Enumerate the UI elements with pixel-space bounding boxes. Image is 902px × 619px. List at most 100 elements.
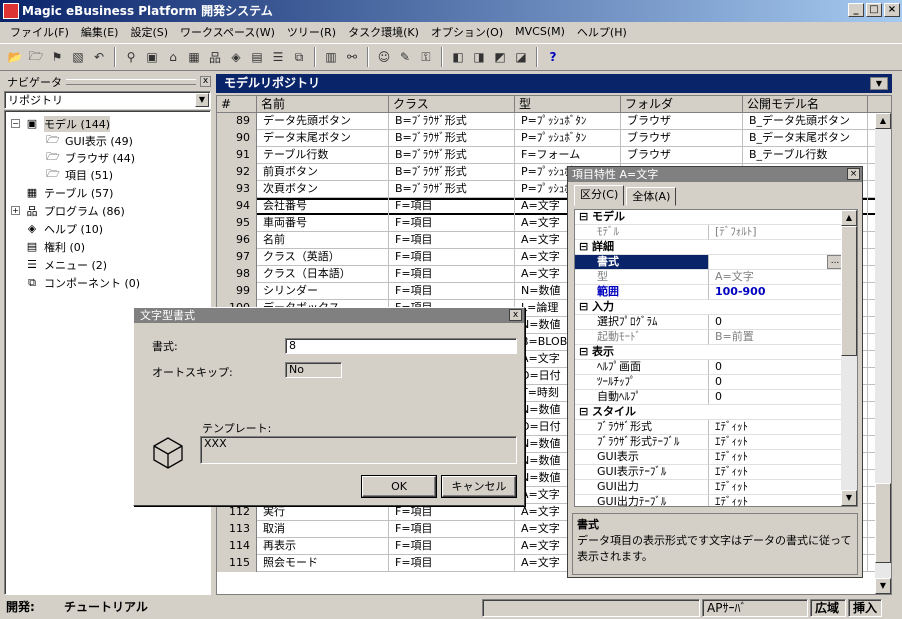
maximize-button[interactable]: □	[866, 3, 882, 17]
property-row[interactable]: 範囲 100-900	[575, 285, 843, 300]
minimize-button[interactable]: _	[848, 3, 864, 17]
undo-icon[interactable]: ↶	[90, 48, 108, 66]
expand-icon[interactable]: +	[11, 206, 20, 215]
find-icon[interactable]: ⚲	[122, 48, 140, 66]
checkout-icon[interactable]: ◨	[470, 48, 488, 66]
property-section[interactable]: ⊟ モデル	[575, 210, 843, 225]
run-icon[interactable]: ⚑	[48, 48, 66, 66]
property-row[interactable]: ﾓﾃﾞﾙ [ﾃﾞﾌｫﾙﾄ]	[575, 225, 843, 240]
history-icon[interactable]: ◪	[512, 48, 530, 66]
tree-item-table[interactable]: ▦ テーブル (57)	[24, 184, 114, 201]
menu-help[interactable]: ヘルプ(H)	[571, 24, 633, 40]
property-value[interactable]: A=文字	[709, 270, 843, 285]
autoskip-field[interactable]: No	[285, 362, 342, 378]
property-section[interactable]: ⊟ 入力	[575, 300, 843, 315]
menu-tree[interactable]: ツリー(R)	[281, 24, 342, 40]
property-value[interactable]: 0	[709, 315, 843, 330]
property-value[interactable]: 100-900	[709, 285, 843, 300]
scroll-thumb[interactable]	[841, 226, 857, 356]
property-value[interactable]: ｴﾃﾞｨｯﾄ	[709, 435, 843, 450]
compare-icon[interactable]: ◩	[491, 48, 509, 66]
property-row[interactable]: 型 A=文字	[575, 270, 843, 285]
navigator-close-button[interactable]: x	[200, 76, 211, 87]
property-row[interactable]: ﾌﾞﾗｳｻﾞ形式 ｴﾃﾞｨｯﾄ	[575, 420, 843, 435]
property-row[interactable]: ﾌﾞﾗｳｻﾞ形式ﾃｰﾌﾞﾙ ｴﾃﾞｨｯﾄ	[575, 435, 843, 450]
scroll-thumb[interactable]	[875, 483, 891, 563]
property-row[interactable]: 書式...	[575, 255, 843, 270]
property-value[interactable]: 0	[709, 390, 843, 405]
close-icon[interactable]: x	[509, 309, 522, 321]
collapse-icon[interactable]: −	[11, 119, 20, 128]
cancel-button[interactable]: キャンセル	[442, 476, 516, 497]
property-row[interactable]: 自動ﾍﾙﾌﾟ 0	[575, 390, 843, 405]
tree-item-rights[interactable]: ▤ 権利 (0)	[24, 238, 85, 255]
menu-file[interactable]: ファイル(F)	[4, 24, 75, 40]
help-icon[interactable]: ?	[544, 48, 562, 66]
tree-item-gui[interactable]: 🗁 GUI表示 (49)	[45, 132, 133, 149]
component-icon[interactable]: ⧉	[290, 48, 308, 66]
program-icon[interactable]: 品	[206, 48, 224, 66]
properties-icon[interactable]: ▧	[69, 48, 87, 66]
column-header-public-name[interactable]: 公開モデル名	[743, 96, 868, 113]
property-section[interactable]: ⊟ 詳細	[575, 240, 843, 255]
menu-workspace[interactable]: ワークスペース(W)	[174, 24, 281, 40]
repository-icon[interactable]: ⌂	[164, 48, 182, 66]
edit-icon[interactable]: ✎	[396, 48, 414, 66]
chevron-down-icon[interactable]: ▼	[195, 93, 209, 107]
property-value[interactable]: ｴﾃﾞｨｯﾄ	[709, 480, 843, 495]
property-value[interactable]	[709, 255, 843, 270]
scroll-down-icon[interactable]: ▼	[841, 490, 857, 506]
chevron-down-icon[interactable]: ▼	[870, 77, 888, 90]
property-row[interactable]: 選択ﾌﾟﾛｸﾞﾗﾑ 0	[575, 315, 843, 330]
tab-category[interactable]: 区分(C)	[574, 185, 625, 206]
tree-item-field[interactable]: 🗁 項目 (51)	[45, 166, 113, 183]
table-row[interactable]: 89 データ先頭ボタン B=ﾌﾞﾗｳｻﾞ形式 P=ﾌﾟｯｼｭﾎﾞﾀﾝ ブラウザ B_データ…	[217, 113, 877, 130]
template-field[interactable]: XXX	[200, 436, 517, 464]
bundle-icon[interactable]: ⚯	[343, 48, 361, 66]
property-row[interactable]: GUI出力 ｴﾃﾞｨｯﾄ	[575, 480, 843, 495]
help-book-icon[interactable]: ◈	[227, 48, 245, 66]
tree-item-menu[interactable]: ☰ メニュー (2)	[24, 256, 107, 273]
menu-edit[interactable]: 編集(E)	[75, 24, 125, 40]
property-row[interactable]: ﾂｰﾙﾁｯﾌﾟ 0	[575, 375, 843, 390]
open-folder-icon[interactable]: 📂	[6, 48, 24, 66]
model-icon[interactable]: ▣	[143, 48, 161, 66]
scroll-down-icon[interactable]: ▼	[875, 578, 891, 594]
property-value[interactable]: [ﾃﾞﾌｫﾙﾄ]	[709, 225, 843, 240]
table-row[interactable]: 91 テーブル行数 B=ﾌﾞﾗｳｻﾞ形式 F=フォーム ブラウザ B_テーブル行数	[217, 147, 877, 164]
menu-icon[interactable]: ☰	[269, 48, 287, 66]
property-value[interactable]: ｴﾃﾞｨｯﾄ	[709, 495, 843, 506]
property-value[interactable]: ｴﾃﾞｨｯﾄ	[709, 420, 843, 435]
table-row[interactable]: 90 データ末尾ボタン B=ﾌﾞﾗｳｻﾞ形式 P=ﾌﾟｯｼｭﾎﾞﾀﾝ ブラウザ B_データ…	[217, 130, 877, 147]
menu-settings[interactable]: 設定(S)	[124, 24, 174, 40]
property-section[interactable]: ⊟ スタイル	[575, 405, 843, 420]
menu-mvcs[interactable]: MVCS(M)	[509, 25, 571, 38]
property-value[interactable]: ｴﾃﾞｨｯﾄ	[709, 465, 843, 480]
key-icon[interactable]: ⚿	[417, 48, 435, 66]
close-button[interactable]: ×	[884, 3, 900, 17]
rights-icon[interactable]: ▤	[248, 48, 266, 66]
format-input[interactable]: 8	[285, 338, 517, 354]
properties-scrollbar[interactable]: ▲ ▼	[841, 210, 857, 506]
property-value[interactable]: B=前置	[709, 330, 843, 345]
tree-item-program[interactable]: + 品 プログラム (86)	[11, 202, 125, 219]
tree-item-browser[interactable]: 🗁 ブラウザ (44)	[45, 149, 135, 166]
tree-item-model[interactable]: − ▣ モデル (144)	[11, 115, 111, 132]
close-icon[interactable]: ×	[847, 168, 860, 180]
scroll-up-icon[interactable]: ▲	[841, 210, 857, 226]
menu-options[interactable]: オプション(O)	[425, 24, 509, 40]
repository-scrollbar[interactable]: ▲ ▼	[875, 113, 891, 594]
column-header-folder[interactable]: フォルダ	[621, 96, 743, 113]
save-folder-icon[interactable]: 🗁	[27, 48, 45, 66]
user-icon[interactable]: ☺	[375, 48, 393, 66]
checkin-icon[interactable]: ◧	[449, 48, 467, 66]
column-header-type[interactable]: 型	[515, 96, 621, 113]
tree-item-component[interactable]: ⧉ コンポーネント (0)	[24, 274, 140, 291]
column-header-name[interactable]: 名前	[257, 96, 389, 113]
property-row[interactable]: GUI表示 ｴﾃﾞｨｯﾄ	[575, 450, 843, 465]
ok-button[interactable]: OK	[362, 476, 436, 497]
column-header-class[interactable]: クラス	[389, 96, 515, 113]
property-row[interactable]: ﾍﾙﾌﾟ画面 0	[575, 360, 843, 375]
property-value[interactable]: ｴﾃﾞｨｯﾄ	[709, 450, 843, 465]
document-icon[interactable]: ▥	[322, 48, 340, 66]
